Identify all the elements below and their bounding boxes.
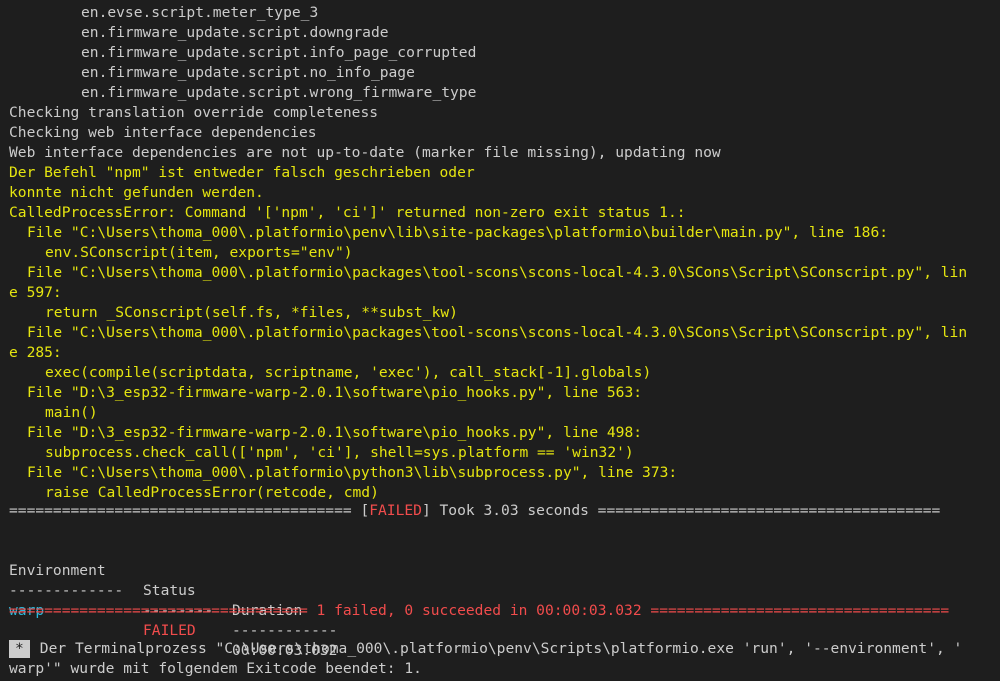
duration-divider: ------------ xyxy=(232,622,338,639)
table-header-row: Environment Status Duration xyxy=(9,541,302,619)
traceback-file-line: File "C:\Users\thoma_000\.platformio\pen… xyxy=(27,224,889,241)
traceback-file-line-wrap: e 285: xyxy=(9,344,62,361)
error-line: konnte nicht gefunden werden. xyxy=(9,184,264,201)
status-cell: FAILED xyxy=(143,622,196,639)
summary-separator: ======================================= … xyxy=(9,501,940,521)
traceback-code-line: raise CalledProcessError(retcode, cmd) xyxy=(45,484,379,501)
separator-right: ] Took 3.03 seconds ====================… xyxy=(421,502,941,519)
exit-message-line-wrap: warp'" wurde mit folgendem Exitcode been… xyxy=(9,660,422,677)
traceback-code-line: env.SConscript(item, exports="env") xyxy=(45,244,353,261)
output-line: en.firmware_update.script.wrong_firmware… xyxy=(81,84,477,101)
traceback-code-line: return _SConscript(self.fs, *files, **su… xyxy=(45,304,458,321)
error-line: Der Befehl "npm" ist entweder falsch ges… xyxy=(9,164,475,181)
exit-message-line: * Der Terminalprozess "C:\Users\thoma_000… xyxy=(9,639,962,659)
traceback-file-line: File "D:\3_esp32-firmware-warp-2.0.1\sof… xyxy=(27,384,643,401)
output-line: en.firmware_update.script.no_info_page xyxy=(81,64,415,81)
output-line: Checking translation override completene… xyxy=(9,104,379,121)
status-header: Status xyxy=(143,582,196,599)
traceback-file-line: File "D:\3_esp32-firmware-warp-2.0.1\sof… xyxy=(27,424,643,441)
traceback-file-line: File "C:\Users\thoma_000\.platformio\pac… xyxy=(27,264,968,281)
traceback-code-line: exec(compile(scriptdata, scriptname, 'ex… xyxy=(45,364,652,381)
traceback-code-line: main() xyxy=(45,404,98,421)
result-summary: 1 failed, 0 succeeded in 00:00:03.032 xyxy=(316,602,642,619)
traceback-file-line: File "C:\Users\thoma_000\.platformio\pac… xyxy=(27,324,968,341)
terminal-marker-badge: * xyxy=(9,640,30,658)
traceback-file-line: File "C:\Users\thoma_000\.platformio\pyt… xyxy=(27,464,678,481)
output-line: en.evse.script.meter_type_3 xyxy=(81,4,319,21)
error-line: CalledProcessError: Command '['npm', 'ci… xyxy=(9,204,686,221)
output-line: en.firmware_update.script.downgrade xyxy=(81,24,389,41)
separator-left: ======================================= … xyxy=(9,502,370,519)
failed-label: FAILED xyxy=(369,502,422,519)
exit-message-text: Der Terminalprozess "C:\Users\thoma_000\… xyxy=(39,640,963,657)
traceback-code-line: subprocess.check_call(['npm', 'ci'], she… xyxy=(45,444,634,461)
result-separator-right: ================================== xyxy=(641,602,950,619)
output-line: Web interface dependencies are not up-to… xyxy=(9,144,721,161)
output-line: en.firmware_update.script.info_page_corr… xyxy=(81,44,477,61)
table-row: warp FAILED 00:00:03.032 xyxy=(9,581,337,659)
result-separator: ================================== 1 fai… xyxy=(9,601,949,621)
terminal-output[interactable]: en.evse.script.meter_type_3 en.firmware_… xyxy=(0,0,1000,679)
result-separator-left: ================================== xyxy=(9,602,317,619)
table-divider-row: ------------- -------- ------------ xyxy=(9,561,337,639)
output-line: Checking web interface dependencies xyxy=(9,124,317,141)
traceback-file-line-wrap: e 597: xyxy=(9,284,62,301)
